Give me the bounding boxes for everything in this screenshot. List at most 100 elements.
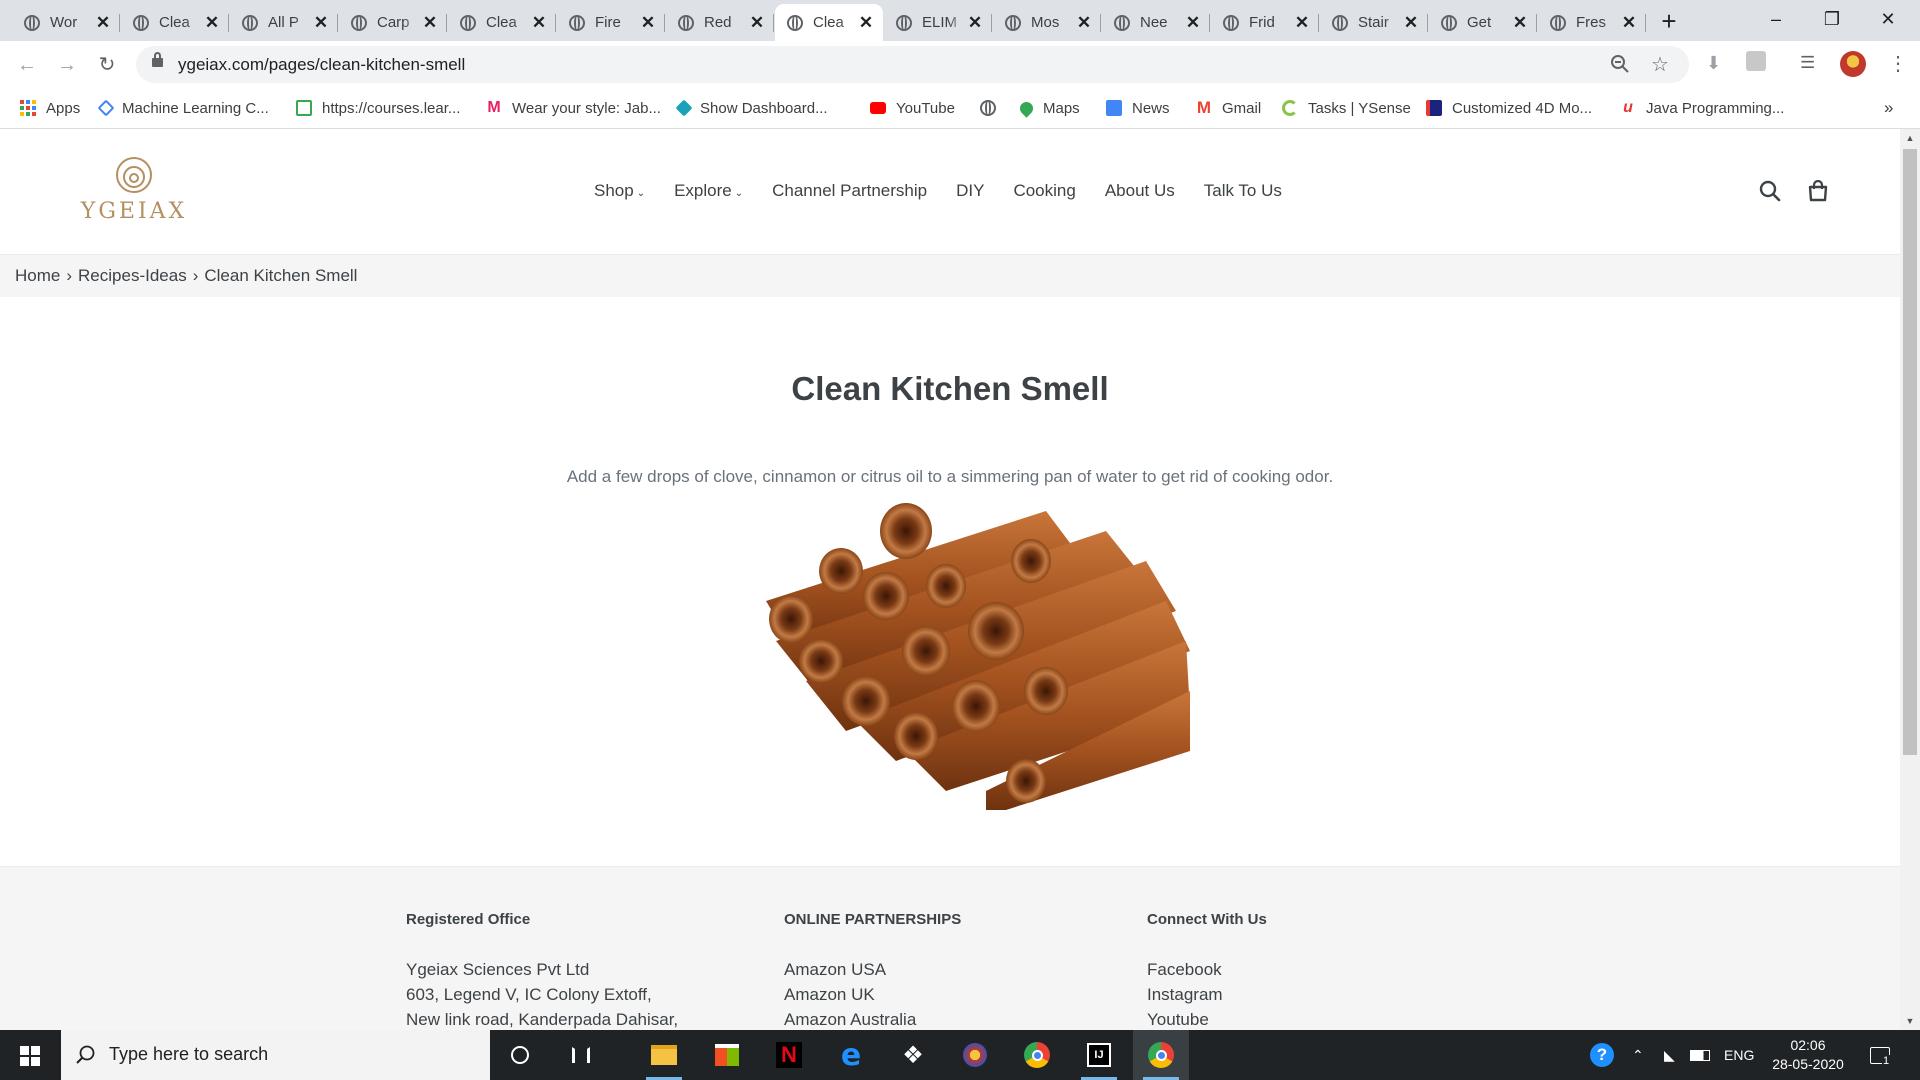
bookmark-myntra[interactable]: M Wear your style: Jab... (486, 96, 661, 120)
game-app-icon[interactable] (947, 1030, 1003, 1080)
footer-link-instagram[interactable]: Instagram (1147, 982, 1267, 1007)
close-icon[interactable]: ✕ (421, 13, 439, 33)
taskbar-search[interactable]: Type here to search (61, 1030, 490, 1080)
minimize-button[interactable]: – (1748, 0, 1804, 41)
search-icon[interactable] (1758, 179, 1782, 203)
scroll-down-arrow[interactable]: ▼ (1900, 1016, 1920, 1026)
bookmark-star-icon[interactable]: ☆ (1651, 52, 1669, 77)
close-icon[interactable]: ✕ (203, 13, 221, 33)
scroll-up-arrow[interactable]: ▲ (1900, 133, 1920, 143)
browser-tab[interactable]: Clea ✕ (121, 4, 229, 41)
footer-link-youtube[interactable]: Youtube (1147, 1007, 1267, 1032)
url-text[interactable]: ygeiax.com/pages/clean-kitchen-smell (178, 55, 465, 75)
browser-tab[interactable]: Clea ✕ (775, 4, 883, 41)
nav-shop[interactable]: Shop ⌄ (594, 181, 645, 201)
footer-link-amazon-uk[interactable]: Amazon UK (784, 982, 961, 1007)
browser-tab[interactable]: Mos ✕ (993, 4, 1101, 41)
close-icon[interactable]: ✕ (94, 13, 112, 33)
store-icon[interactable] (699, 1030, 755, 1080)
footer-link-amazon-australia[interactable]: Amazon Australia (784, 1007, 961, 1032)
browser-tab[interactable]: Wor ✕ (12, 4, 120, 41)
close-icon[interactable]: ✕ (1402, 13, 1420, 33)
browser-tab[interactable]: Clea ✕ (448, 4, 556, 41)
wifi-icon[interactable]: ◣ (1664, 1030, 1675, 1080)
bookmark-dashboard[interactable]: Show Dashboard... (675, 96, 828, 120)
zoom-icon[interactable] (1610, 54, 1630, 74)
media-control-icon[interactable]: ☰ (1800, 53, 1815, 73)
browser-tab[interactable]: Nee ✕ (1102, 4, 1210, 41)
close-icon[interactable]: ✕ (639, 13, 657, 33)
cortana-icon[interactable] (492, 1030, 548, 1080)
page-scrollbar[interactable]: ▲ ▼ (1900, 129, 1920, 1030)
cart-icon[interactable] (1806, 179, 1830, 203)
bookmark-java[interactable]: u Java Programming... (1620, 96, 1784, 120)
site-logo[interactable]: YGEIAX (74, 157, 194, 224)
windows-start-icon[interactable] (20, 1046, 40, 1066)
bookmark-machine-learning[interactable]: Machine Learning C... (97, 96, 269, 120)
bookmark-news[interactable]: News (1106, 96, 1170, 120)
nav-talk-to-us[interactable]: Talk To Us (1204, 181, 1282, 201)
close-icon[interactable]: ✕ (1620, 13, 1638, 33)
bookmarks-overflow[interactable]: » (1884, 96, 1893, 120)
close-icon[interactable]: ✕ (1293, 13, 1311, 33)
nav-channel-partnership[interactable]: Channel Partnership (772, 181, 927, 201)
browser-tab[interactable]: Get ✕ (1429, 4, 1537, 41)
close-window-button[interactable]: ✕ (1860, 0, 1916, 41)
bookmark-ysense[interactable]: Tasks | YSense (1282, 96, 1411, 120)
intellij-icon[interactable]: IJ (1071, 1030, 1127, 1080)
file-explorer-icon[interactable] (636, 1030, 692, 1080)
help-icon[interactable]: ? (1590, 1030, 1614, 1080)
breadcrumb-home[interactable]: Home (15, 266, 60, 285)
breadcrumb-recipes-ideas[interactable]: Recipes-Ideas (78, 266, 187, 285)
address-bar[interactable]: ygeiax.com/pages/clean-kitchen-smell ☆ (136, 46, 1689, 83)
bookmark-globe[interactable] (980, 96, 996, 120)
restore-button[interactable]: ❐ (1804, 0, 1860, 41)
bookmark-youtube[interactable]: YouTube (870, 96, 955, 120)
chrome-active-icon[interactable] (1133, 1030, 1189, 1080)
language-indicator[interactable]: ENG (1724, 1030, 1754, 1080)
browser-tab[interactable]: ELIM ✕ (884, 4, 992, 41)
chrome-icon[interactable] (1009, 1030, 1065, 1080)
nav-cooking[interactable]: Cooking (1013, 181, 1075, 201)
back-button[interactable]: ← (10, 48, 44, 82)
extension-icon[interactable] (1746, 51, 1766, 71)
browser-tab[interactable]: All P ✕ (230, 4, 338, 41)
footer-link-amazon-usa[interactable]: Amazon USA (784, 957, 961, 982)
bookmark-courses[interactable]: https://courses.lear... (296, 96, 460, 120)
new-tab-button[interactable]: + (1654, 7, 1684, 37)
nav-about-us[interactable]: About Us (1105, 181, 1175, 201)
task-view-icon[interactable] (553, 1030, 609, 1080)
close-icon[interactable]: ✕ (1511, 13, 1529, 33)
dropbox-icon[interactable]: ❖ (885, 1030, 941, 1080)
forward-button[interactable]: → (50, 48, 84, 82)
bookmark-customized-4d[interactable]: Customized 4D Mo... (1426, 96, 1592, 120)
chrome-menu-icon[interactable]: ⋮ (1888, 51, 1908, 76)
netflix-icon[interactable]: N (761, 1030, 817, 1080)
taskbar-clock[interactable]: 02:06 28-05-2020 (1768, 1036, 1848, 1074)
close-icon[interactable]: ✕ (966, 13, 984, 33)
nav-explore[interactable]: Explore ⌄ (674, 181, 743, 201)
bookmark-apps[interactable]: Apps (20, 96, 80, 120)
close-icon[interactable]: ✕ (857, 13, 875, 33)
close-icon[interactable]: ✕ (312, 13, 330, 33)
bookmark-maps[interactable]: Maps (1017, 96, 1080, 120)
browser-tab[interactable]: Fres ✕ (1538, 4, 1646, 41)
browser-tab[interactable]: Frid ✕ (1211, 4, 1319, 41)
browser-tab[interactable]: Carp ✕ (339, 4, 447, 41)
close-icon[interactable]: ✕ (1184, 13, 1202, 33)
browser-tab[interactable]: Red ✕ (666, 4, 774, 41)
scrollbar-thumb[interactable] (1903, 149, 1917, 755)
footer-link-facebook[interactable]: Facebook (1147, 957, 1267, 982)
browser-tab[interactable]: Stair ✕ (1320, 4, 1428, 41)
reload-button[interactable]: ↻ (90, 48, 124, 82)
battery-icon[interactable] (1690, 1030, 1710, 1080)
browser-tab[interactable]: Fire ✕ (557, 4, 665, 41)
profile-avatar[interactable] (1840, 51, 1866, 77)
edge-icon[interactable]: e (823, 1030, 879, 1080)
download-icon[interactable]: ⬇ (1706, 53, 1721, 74)
bookmark-gmail[interactable]: M Gmail (1196, 96, 1261, 120)
close-icon[interactable]: ✕ (1075, 13, 1093, 33)
close-icon[interactable]: ✕ (530, 13, 548, 33)
nav-diy[interactable]: DIY (956, 181, 984, 201)
chevron-up-icon[interactable]: ⌃ (1632, 1030, 1644, 1080)
